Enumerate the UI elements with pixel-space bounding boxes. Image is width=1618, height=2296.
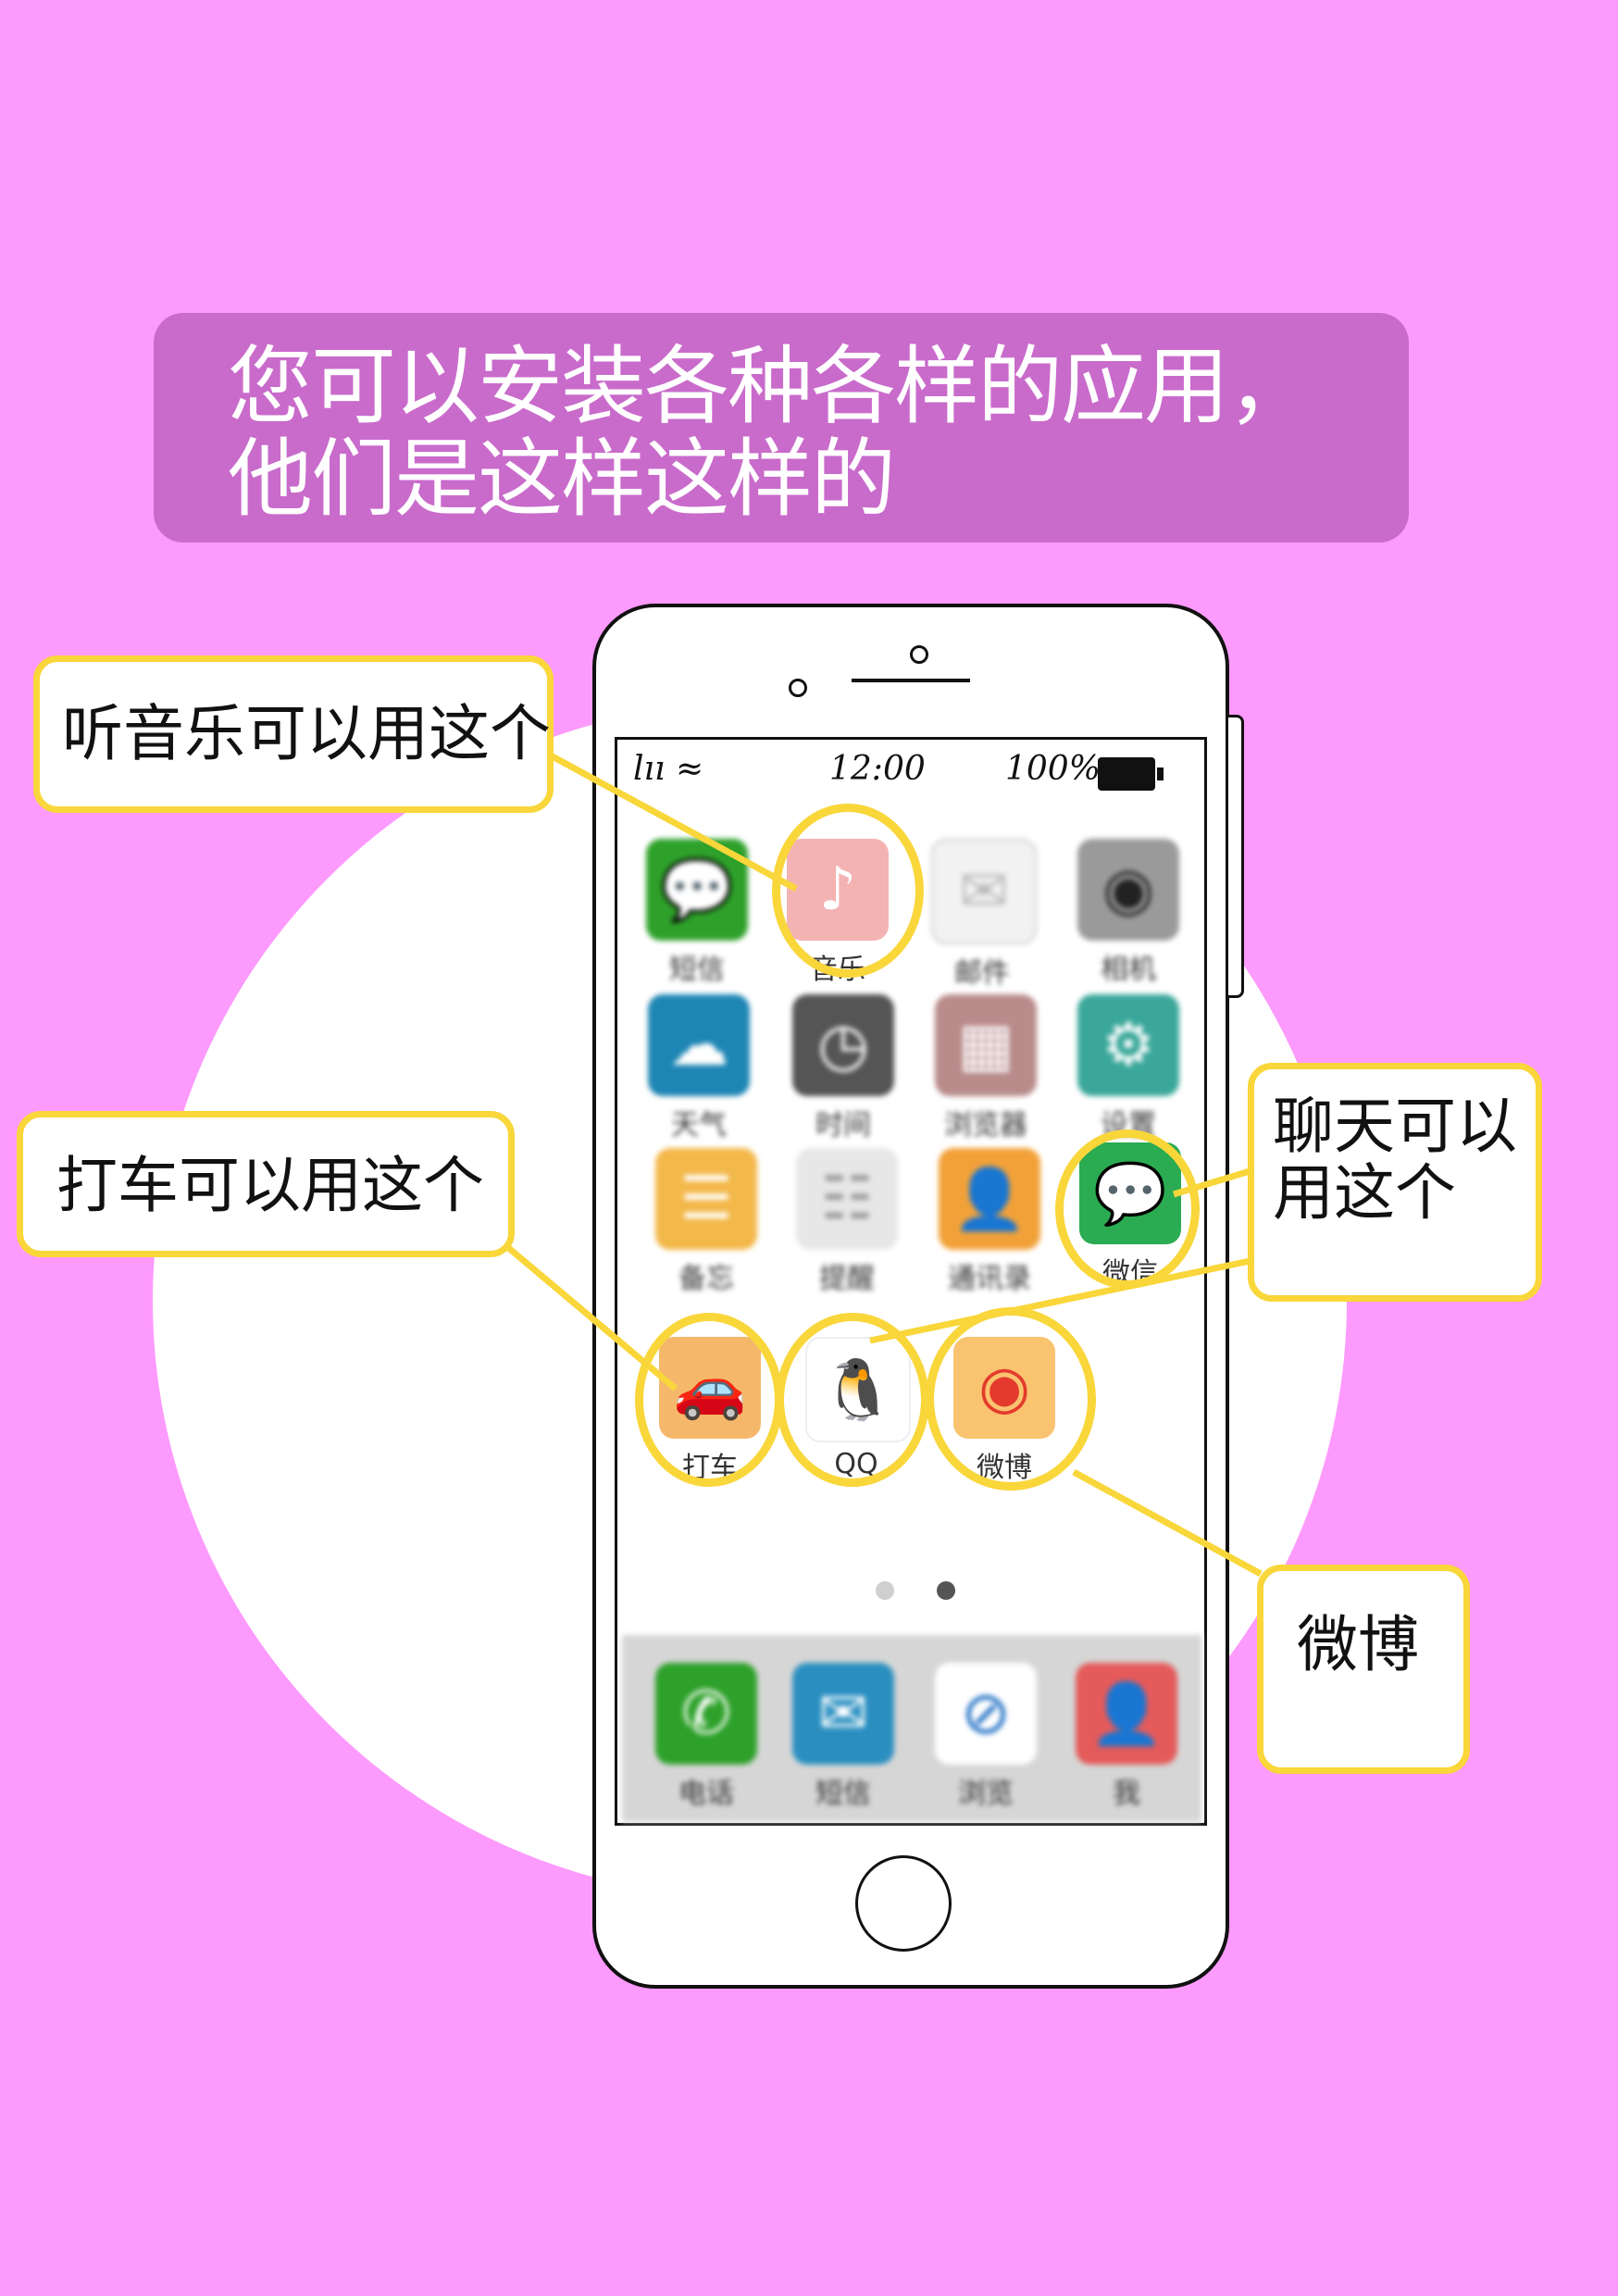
connector-music (535, 744, 798, 892)
callout-weibo: 微博 (1257, 1565, 1470, 1774)
connector-weibo (1072, 1468, 1263, 1578)
callout-chat: 聊天可以用这个 (1248, 1063, 1542, 1302)
connector-chat-wechat (1172, 1165, 1261, 1198)
callout-music: 听音乐可以用这个 (33, 655, 554, 813)
connector-taxi (497, 1238, 678, 1391)
callout-taxi: 打车可以用这个 (17, 1111, 515, 1257)
connector-chat-qq (869, 1255, 1260, 1344)
